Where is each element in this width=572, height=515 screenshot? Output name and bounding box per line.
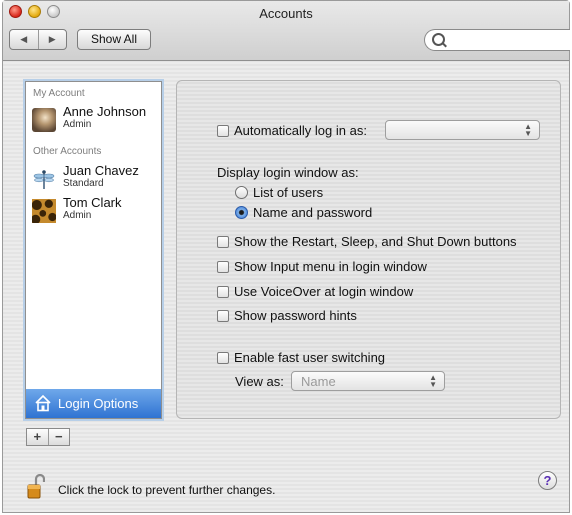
show-input-menu-checkbox[interactable] [217,260,229,273]
voiceover-row[interactable]: Use VoiceOver at login window [217,284,413,299]
password-hints-label: Show password hints [234,308,357,323]
show-restart-checkbox[interactable] [217,235,229,248]
cat-icon [32,108,56,132]
back-forward-control: ◀ ▶ [9,29,67,50]
login-options-item[interactable]: Login Options [26,389,161,418]
radio-button[interactable] [235,186,248,199]
login-options-label: Login Options [58,396,139,411]
account-name: Anne Johnson [63,104,147,119]
account-name: Tom Clark [63,195,122,210]
lock-icon[interactable] [27,474,45,500]
dragonfly-icon [33,170,55,189]
auto-login-label: Automatically log in as: [234,123,367,138]
account-name: Juan Chavez [63,163,139,178]
popup-arrows-icon: ▲ ▼ [524,122,532,138]
radio-list-of-users[interactable]: List of users [235,185,323,200]
leopard-icon [32,199,56,223]
accounts-list[interactable]: My Account Anne Johnson Admin Other Acco… [25,81,162,419]
help-button[interactable]: ? [538,471,557,490]
other-accounts-header: Other Accounts [33,146,102,157]
view-as-value: Name [301,374,336,389]
show-input-menu-label: Show Input menu in login window [234,259,427,274]
show-restart-label: Show the Restart, Sleep, and Shut Down b… [234,234,517,249]
auto-login-checkbox[interactable] [217,124,229,137]
show-restart-row[interactable]: Show the Restart, Sleep, and Shut Down b… [217,234,517,249]
account-juan-chavez[interactable]: Juan Chavez Standard [32,163,160,197]
fast-user-switching-checkbox[interactable] [217,351,229,364]
display-login-text: Display login window as: [217,165,359,180]
radio-name-and-password[interactable]: Name and password [235,205,372,220]
account-anne-johnson[interactable]: Anne Johnson Admin [32,104,160,138]
account-role: Admin [63,119,92,130]
auto-login-row[interactable]: Automatically log in as: [217,123,367,138]
view-as-row: View as: [235,374,284,389]
title-bar: Accounts ◀ ▶ Show All [3,1,570,61]
remove-account-button[interactable]: − [49,429,70,445]
show-input-menu-row[interactable]: Show Input menu in login window [217,259,427,274]
radio-button-selected[interactable] [235,206,248,219]
lock-message: Click the lock to prevent further change… [58,483,276,497]
view-as-popup[interactable]: Name ▲ ▼ [291,371,445,391]
show-all-button[interactable]: Show All [77,29,151,50]
display-login-label: Display login window as: [217,165,359,180]
password-hints-row[interactable]: Show password hints [217,308,357,323]
radio-label: Name and password [253,205,373,220]
radio-label: List of users [253,185,324,200]
search-input[interactable] [424,29,570,51]
add-account-button[interactable]: + [27,429,49,445]
popup-arrows-icon: ▲ ▼ [429,373,437,389]
add-remove-control: + − [26,428,70,446]
house-icon [35,394,51,412]
account-role: Standard [63,178,104,189]
account-role: Admin [63,210,92,221]
account-tom-clark[interactable]: Tom Clark Admin [32,195,160,229]
voiceover-checkbox[interactable] [217,285,229,298]
window-title: Accounts [259,6,313,21]
back-arrow-icon[interactable]: ◀ [10,30,39,49]
voiceover-label: Use VoiceOver at login window [234,284,414,299]
view-as-label: View as: [235,374,284,389]
fast-user-switching-row[interactable]: Enable fast user switching [217,350,385,365]
my-account-header: My Account [33,88,85,99]
forward-arrow-icon[interactable]: ▶ [39,30,67,49]
search-icon [432,33,445,46]
auto-login-user-popup[interactable]: ▲ ▼ [385,120,540,140]
fast-user-switching-label: Enable fast user switching [234,350,386,365]
password-hints-checkbox[interactable] [217,309,229,322]
